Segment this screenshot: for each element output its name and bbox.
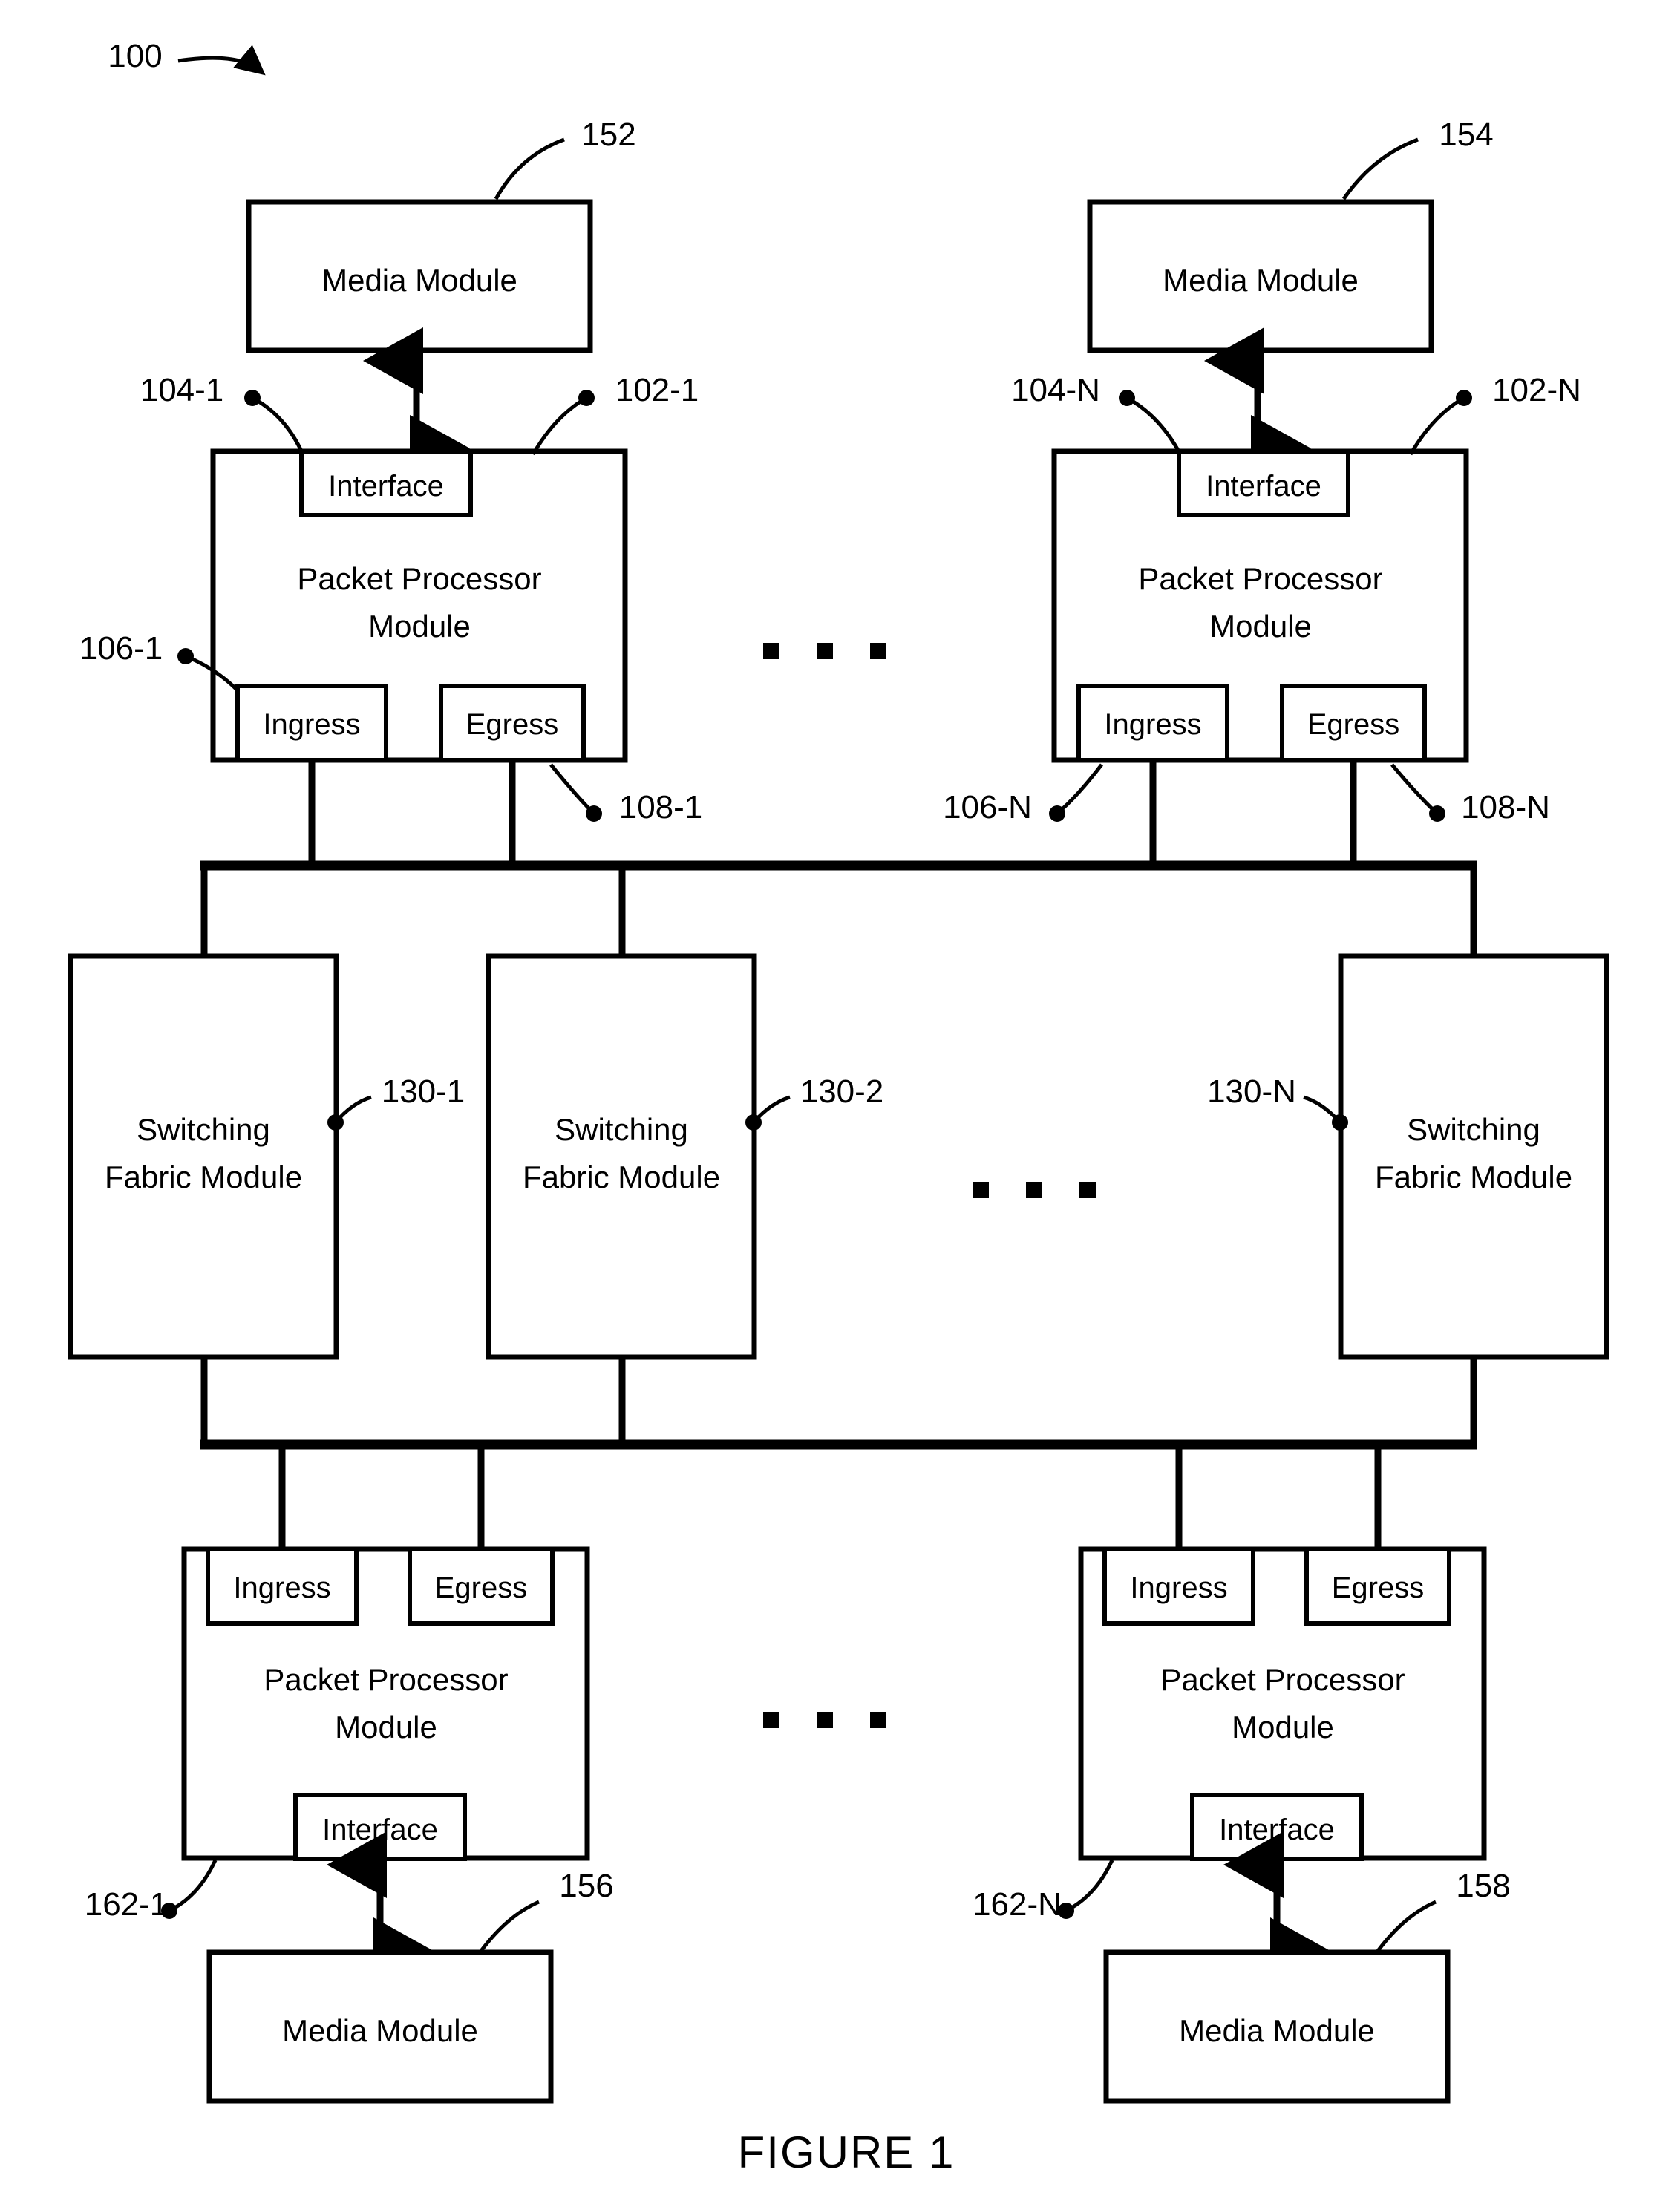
switching-fabric-130-1-label-line1: Switching (137, 1112, 270, 1147)
packet-processor-162-n-leader (1057, 1859, 1114, 1920)
packet-processor-162-1-leader (160, 1859, 218, 1920)
packet-processor-102-1-ref: 102-1 (615, 372, 699, 408)
ingress-106-1-label: Ingress (263, 708, 360, 741)
switching-fabric-130-n-leader (1303, 1095, 1349, 1131)
media-module-152-label: Media Module (321, 263, 517, 298)
media-module-154-ref: 154 (1439, 117, 1493, 153)
egress-108-1-leader (549, 763, 603, 823)
figure-caption: FIGURE 1 (738, 2128, 955, 2177)
ingress-106-n-ref: 106-N (943, 789, 1032, 825)
egress-108-n-label: Egress (1307, 708, 1400, 741)
system-ref-leader (177, 45, 266, 76)
egress-bottom-n-label: Egress (1332, 1572, 1425, 1604)
packet-processor-102-n-ref: 102-N (1492, 372, 1581, 408)
interface-104-1-label: Interface (328, 470, 444, 503)
switching-fabric-130-1-ref: 130-1 (382, 1073, 465, 1110)
packet-processor-102-1-leader (531, 389, 595, 456)
interface-104-1-leader (243, 389, 305, 456)
packet-processor-102-n-leader (1408, 389, 1473, 456)
switching-fabric-130-2-ref: 130-2 (800, 1073, 884, 1110)
switching-fabric-130-2-label-line2: Fabric Module (523, 1160, 720, 1194)
media-module-158-ref: 158 (1456, 1868, 1510, 1904)
media-module-156-leader (480, 1900, 540, 1952)
switching-fabric-130-1-leader (327, 1095, 372, 1131)
egress-108-n-ref: 108-N (1461, 789, 1550, 825)
ingress-106-1-ref: 106-1 (79, 630, 163, 667)
packet-processor-102-n-label-line2: Module (1209, 609, 1312, 644)
media-module-158-leader (1376, 1900, 1437, 1952)
fabric-row-ellipsis-dot-3 (1079, 1182, 1096, 1198)
switching-fabric-130-n-box (1338, 953, 1609, 1360)
media-module-154-leader (1341, 137, 1419, 200)
switching-fabric-130-2-leader (745, 1095, 791, 1131)
figure-1-diagram: 100 Media Module 152 Packet Processor Mo… (68, 38, 1609, 2177)
packet-processor-162-1-label-line2: Module (335, 1710, 437, 1744)
packet-processor-162-n-ref: 162-N (973, 1886, 1062, 1923)
packet-processor-102-1-label-line2: Module (368, 609, 471, 644)
packet-processor-162-n-label-line1: Packet Processor (1160, 1662, 1405, 1697)
interface-bottom-n-label: Interface (1219, 1814, 1335, 1846)
switching-fabric-130-n-label-line1: Switching (1407, 1112, 1540, 1147)
packet-processor-102-n-label-line1: Packet Processor (1138, 561, 1382, 596)
switching-fabric-130-2-label-line1: Switching (555, 1112, 688, 1147)
bottom-row-ellipsis-dot-3 (870, 1712, 886, 1728)
ingress-106-n-label: Ingress (1104, 708, 1201, 741)
media-module-156-ref: 156 (559, 1868, 613, 1904)
packet-processor-162-1-ref: 162-1 (85, 1886, 169, 1923)
packet-processor-162-1-label-line1: Packet Processor (264, 1662, 508, 1697)
media-module-154-label: Media Module (1163, 263, 1359, 298)
bottom-row-ellipsis-dot-2 (817, 1712, 833, 1728)
switching-fabric-130-n-label-line2: Fabric Module (1375, 1160, 1572, 1194)
ingress-106-n-leader (1048, 763, 1103, 823)
egress-108-1-label: Egress (466, 708, 559, 741)
egress-108-n-leader (1390, 763, 1446, 823)
top-row-ellipsis-dot-3 (870, 643, 886, 659)
fabric-row-ellipsis-dot-1 (973, 1182, 989, 1198)
patent-figure-page: 100 Media Module 152 Packet Processor Mo… (0, 0, 1680, 2204)
top-row-ellipsis-dot-2 (817, 643, 833, 659)
switching-fabric-130-1-label-line2: Fabric Module (105, 1160, 302, 1194)
egress-bottom-1-label: Egress (435, 1572, 528, 1604)
top-row-ellipsis-dot-1 (763, 643, 779, 659)
media-module-152-leader (494, 137, 565, 200)
interface-bottom-1-label: Interface (322, 1814, 438, 1846)
switching-fabric-130-2-box (486, 953, 757, 1360)
media-module-152-ref: 152 (581, 117, 635, 153)
interface-104-n-leader (1118, 389, 1183, 456)
bottom-row-ellipsis-dot-1 (763, 1712, 779, 1728)
egress-108-1-ref: 108-1 (619, 789, 703, 825)
ingress-bottom-n-label: Ingress (1130, 1572, 1227, 1604)
packet-processor-162-n-label-line2: Module (1232, 1710, 1334, 1744)
media-module-156-label: Media Module (282, 2013, 478, 2048)
media-module-158-label: Media Module (1179, 2013, 1375, 2048)
ingress-bottom-1-label: Ingress (233, 1572, 330, 1604)
fabric-row-ellipsis-dot-2 (1026, 1182, 1042, 1198)
interface-104-n-ref: 104-N (1011, 372, 1100, 408)
interface-104-1-ref: 104-1 (140, 372, 224, 408)
switching-fabric-130-n-ref: 130-N (1207, 1073, 1296, 1110)
packet-processor-102-1-label-line1: Packet Processor (297, 561, 541, 596)
interface-104-n-label: Interface (1206, 470, 1321, 503)
switching-fabric-130-1-box (68, 953, 339, 1360)
system-ref-label: 100 (108, 38, 162, 74)
